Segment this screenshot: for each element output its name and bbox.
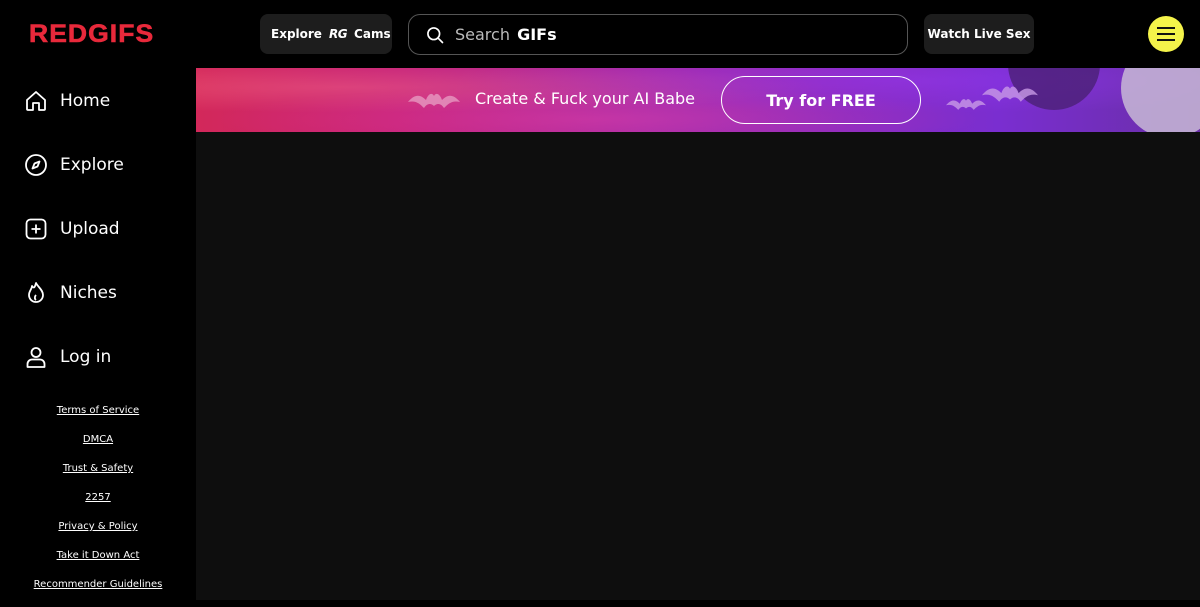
flame-icon bbox=[28, 282, 44, 303]
user-icon bbox=[26, 347, 46, 368]
home-icon bbox=[26, 91, 46, 111]
banner-text: Create & Fuck your AI Babe bbox=[475, 89, 696, 108]
recommender-guidelines-link[interactable]: Recommender Guidelines bbox=[0, 578, 196, 607]
search-input[interactable]: Search GIFs bbox=[408, 14, 908, 55]
footer-links: Terms of Service DMCA Trust & Safety 225… bbox=[0, 404, 196, 607]
sidebar-item-home[interactable]: Home bbox=[24, 86, 110, 116]
bat-icon bbox=[408, 93, 460, 108]
sidebar-item-label: Log in bbox=[60, 347, 112, 367]
header: REDGIFS Explore RG Cams Search GIFs Watc… bbox=[0, 0, 1200, 68]
hamburger-icon bbox=[1157, 27, 1175, 41]
try-for-free-button[interactable]: Try for FREE bbox=[721, 76, 921, 124]
sidebar-item-label: Niches bbox=[60, 283, 117, 303]
explore-cams-button[interactable]: Explore RG Cams bbox=[260, 14, 392, 54]
watch-live-sex-button[interactable]: Watch Live Sex bbox=[924, 14, 1034, 54]
sidebar-item-label: Upload bbox=[60, 219, 120, 239]
compass-icon bbox=[25, 154, 47, 176]
bat-icon bbox=[946, 99, 986, 110]
sidebar-item-upload[interactable]: Upload bbox=[24, 214, 120, 244]
privacy-policy-link[interactable]: Privacy & Policy bbox=[0, 520, 196, 549]
search-icon bbox=[427, 26, 444, 43]
sidebar-item-label: Explore bbox=[60, 155, 124, 175]
logo[interactable]: REDGIFS bbox=[29, 20, 154, 49]
bat-icon bbox=[982, 86, 1038, 102]
explore-label: Explore bbox=[271, 27, 322, 41]
sidebar-item-login[interactable]: Log in bbox=[24, 342, 111, 372]
terms-link[interactable]: Terms of Service bbox=[0, 404, 196, 433]
cams-label: Cams bbox=[354, 27, 391, 41]
sidebar: Home Explore Upload Niches Log in Terms … bbox=[0, 68, 196, 600]
sidebar-item-niches[interactable]: Niches bbox=[24, 278, 117, 308]
2257-link[interactable]: 2257 bbox=[0, 491, 196, 520]
rg-logo-icon: RG bbox=[328, 27, 348, 41]
plus-square-icon bbox=[25, 218, 47, 240]
take-it-down-link[interactable]: Take it Down Act bbox=[0, 549, 196, 578]
search-placeholder: Search GIFs bbox=[455, 25, 557, 44]
trust-safety-link[interactable]: Trust & Safety bbox=[0, 462, 196, 491]
menu-button[interactable] bbox=[1148, 16, 1184, 52]
promo-banner[interactable]: Create & Fuck your AI Babe Try for FREE bbox=[196, 68, 1200, 132]
main-content: Create & Fuck your AI Babe Try for FREE bbox=[196, 68, 1200, 600]
sidebar-item-explore[interactable]: Explore bbox=[24, 150, 124, 180]
sidebar-item-label: Home bbox=[60, 91, 111, 111]
dmca-link[interactable]: DMCA bbox=[0, 433, 196, 462]
